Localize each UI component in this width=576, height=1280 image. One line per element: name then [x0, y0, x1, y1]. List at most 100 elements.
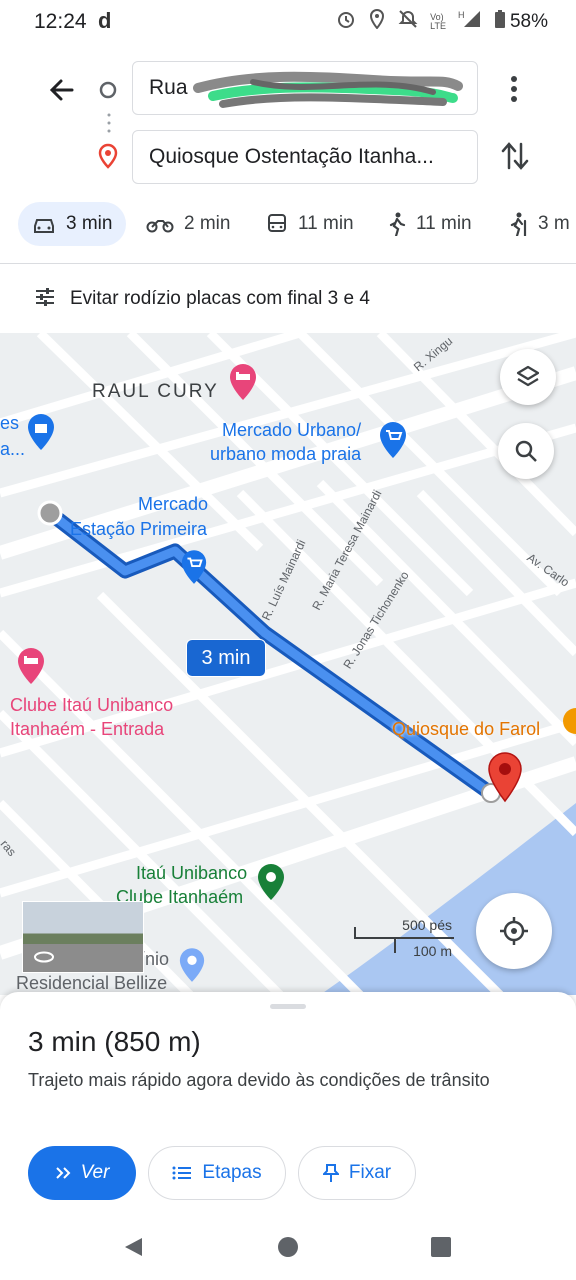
- signal-icon: H: [458, 9, 482, 34]
- poi-label-mercado-estacao-2: Estação Primeira: [70, 519, 208, 539]
- start-button-label: Ver: [80, 1162, 110, 1183]
- battery-percent: 58%: [509, 10, 548, 32]
- transit-icon: [268, 214, 286, 232]
- square-recents-icon: [431, 1237, 451, 1257]
- origin-value: Rua: [149, 76, 188, 99]
- status-time: 12:24: [34, 10, 87, 33]
- car-icon: [34, 219, 54, 233]
- mode-label: 3 min: [66, 213, 113, 234]
- nav-recents-button[interactable]: [430, 1236, 452, 1263]
- scale-imperial: 500 pés: [402, 917, 452, 933]
- volte-icon: Vo) LTE: [430, 11, 446, 31]
- mode-tab-hiking[interactable]: 3 m: [508, 202, 570, 246]
- poi-label-nio: ínio: [140, 949, 170, 969]
- location-icon: [368, 8, 386, 34]
- scale-metric: 100 m: [413, 943, 452, 959]
- mode-label: 11 min: [416, 213, 472, 234]
- mode-label: 3 m: [538, 213, 570, 234]
- mode-tab-car[interactable]: 3 min: [18, 202, 127, 246]
- mode-tab-walking[interactable]: 11 min: [388, 202, 472, 246]
- triangle-back-icon: [125, 1238, 142, 1256]
- cart-pin-icon[interactable]: [378, 421, 408, 464]
- layers-icon: [516, 365, 540, 387]
- divider: [0, 263, 576, 264]
- drag-handle[interactable]: [270, 1004, 306, 1009]
- route-time-badge[interactable]: 3 min: [186, 639, 266, 677]
- poi-label-clube-itau-2: Itanhaém - Entrada: [10, 719, 165, 739]
- my-location-button[interactable]: [476, 893, 552, 969]
- nav-home-button[interactable]: [277, 1236, 299, 1263]
- carrier-letter: d: [98, 8, 112, 33]
- origin-circle-icon: [98, 80, 118, 105]
- more-options-button[interactable]: [504, 74, 524, 108]
- search-icon: [515, 440, 537, 462]
- back-arrow-icon: [49, 79, 74, 101]
- poi-label-mercado-urbano-2: urbano moda praia: [210, 444, 362, 464]
- hotel-pin-icon[interactable]: [228, 363, 258, 406]
- restriction-row[interactable]: Evitar rodízio placas com final 3 e 4: [0, 270, 576, 328]
- poi-label-a: a...: [0, 439, 26, 459]
- layers-button[interactable]: [500, 349, 556, 405]
- redaction-scribble: [193, 68, 463, 114]
- poi-label-mercado-estacao-1: Mercado: [138, 494, 209, 514]
- route-summary: 3 min (850 m): [28, 1026, 201, 1057]
- mode-label: 11 min: [298, 213, 354, 234]
- status-bar: 12:24 d Vo) LTE H 58%: [0, 0, 576, 44]
- poi-label-mercado-urbano-1: Mercado Urbano/: [222, 420, 362, 440]
- tune-icon: [34, 287, 56, 312]
- walking-icon: [389, 212, 406, 236]
- cart-pin-icon[interactable]: [180, 549, 208, 590]
- swap-button[interactable]: [500, 140, 530, 172]
- poi-label-clube-itau-1: Clube Itaú Unibanco: [10, 695, 174, 715]
- map-view[interactable]: 3 min R. Xingu R. Luís Mainardi R. Maria…: [0, 333, 576, 995]
- hiking-icon: [510, 212, 527, 236]
- steps-button[interactable]: Etapas: [148, 1146, 286, 1200]
- route-time-label: 3 min: [201, 646, 251, 669]
- alarm-icon: [336, 9, 356, 34]
- mute-icon: [398, 9, 418, 34]
- circle-home-icon: [278, 1237, 298, 1257]
- origin-field[interactable]: Rua: [132, 61, 478, 115]
- destination-value: Quiosque Ostentação Itanha...: [149, 145, 434, 168]
- origin-dot: [37, 500, 63, 526]
- pin-icon: [322, 1164, 339, 1182]
- nav-back-button[interactable]: [122, 1236, 144, 1263]
- poi-label-quiosque-farol: Quiosque do Farol: [392, 719, 541, 739]
- restriction-text: Evitar rodízio placas com final 3 e 4: [70, 288, 370, 309]
- destination-marker-icon[interactable]: [486, 751, 524, 808]
- more-vert-icon: [511, 76, 517, 102]
- street-view-thumbnail[interactable]: [22, 901, 144, 973]
- mode-label: 2 min: [184, 213, 231, 234]
- pin-button[interactable]: Fixar: [298, 1146, 416, 1200]
- list-icon: [172, 1166, 192, 1180]
- route-subtitle: Trajeto mais rápido agora devido às cond…: [28, 1070, 490, 1090]
- destination-pin-icon: [97, 143, 119, 174]
- swap-vertical-icon: [501, 142, 529, 170]
- svg-text:H: H: [458, 10, 465, 20]
- poi-label-residencial: Residencial Bellize: [16, 973, 168, 993]
- route-dots-icon: [106, 112, 112, 145]
- restaurant-pin-icon[interactable]: [560, 707, 576, 748]
- start-button[interactable]: Ver: [28, 1146, 136, 1200]
- battery-icon: [494, 9, 506, 34]
- poi-label-itau-unibanco-1: Itaú Unibanco: [136, 863, 248, 883]
- pin-button-label: Fixar: [348, 1162, 392, 1183]
- my-location-icon: [500, 917, 528, 945]
- shopping-pin-icon[interactable]: [26, 413, 56, 456]
- map-scale: 500 pés 100 m: [354, 917, 456, 963]
- mode-tab-motorcycle[interactable]: 2 min: [146, 202, 230, 246]
- double-chevron-icon: [55, 1167, 70, 1179]
- search-along-route-button[interactable]: [498, 423, 554, 479]
- poi-label-es: es: [0, 413, 20, 433]
- destination-field[interactable]: Quiosque Ostentação Itanha...: [132, 130, 478, 184]
- route-bottom-sheet[interactable]: 3 min (850 m) Trajeto mais rápido agora …: [0, 992, 576, 1280]
- motorcycle-icon: [146, 220, 174, 233]
- park-pin-icon[interactable]: [256, 863, 286, 906]
- hotel-pin-icon[interactable]: [16, 647, 46, 690]
- place-pin-icon[interactable]: [178, 947, 206, 988]
- steps-button-label: Etapas: [202, 1162, 262, 1183]
- neighborhood-label: RAUL CURY: [92, 381, 219, 402]
- back-button[interactable]: [46, 74, 80, 108]
- mode-tab-transit[interactable]: 11 min: [266, 202, 354, 246]
- rotate-360-icon: [33, 950, 55, 969]
